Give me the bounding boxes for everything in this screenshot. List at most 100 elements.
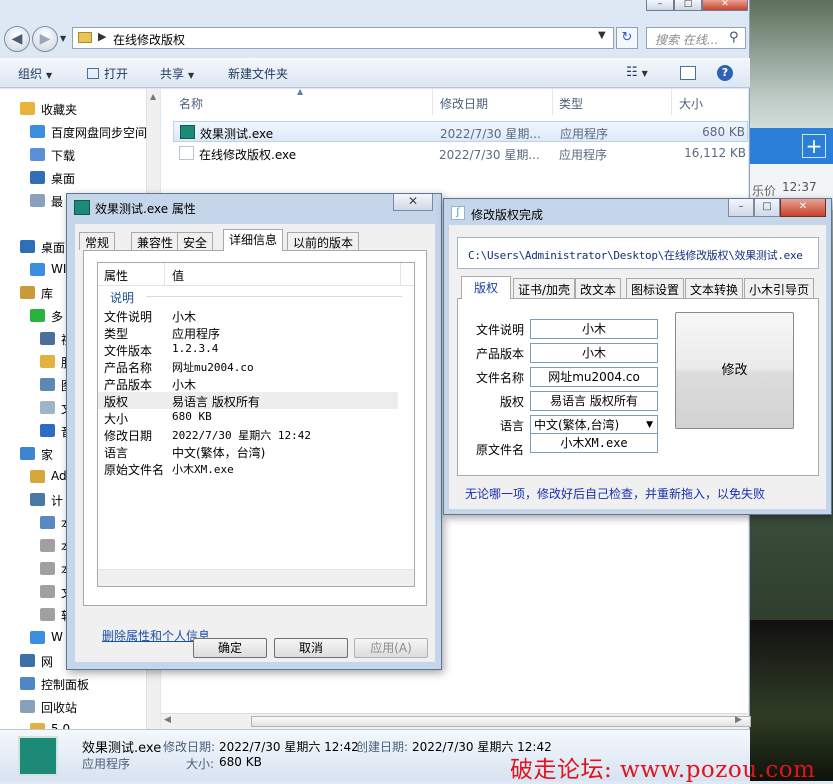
property-value: 应用程序 xyxy=(172,327,221,341)
preview-pane-icon[interactable] xyxy=(680,66,696,80)
maximize-button[interactable]: □ xyxy=(674,0,702,11)
language-select[interactable]: 中文(繁体,台湾) ▼ xyxy=(530,415,658,435)
details-size-value: 680 KB xyxy=(219,755,262,769)
property-key: 修改日期 xyxy=(104,429,153,443)
product-version-input[interactable]: 小木 xyxy=(530,343,658,363)
new-folder-button[interactable]: 新建文件夹 xyxy=(228,65,288,82)
column-type[interactable]: 类型 xyxy=(559,95,583,112)
scrollbar-thumb[interactable] xyxy=(251,716,751,727)
open-icon xyxy=(87,68,99,79)
homegroup-icon xyxy=(20,447,35,460)
chevron-down-icon[interactable]: ▼ xyxy=(598,30,606,41)
recent-pages-icon[interactable]: ▼ xyxy=(60,34,66,43)
property-key: 大小 xyxy=(104,412,129,426)
cancel-button[interactable]: 取消 xyxy=(274,638,348,658)
nav-item-label: 多 xyxy=(51,310,64,324)
address-bar[interactable]: ▶ 在线修改版权 ▼ xyxy=(72,27,614,49)
star-icon xyxy=(20,102,35,115)
column-name[interactable]: 名称 xyxy=(179,95,203,112)
tab-guide-page[interactable]: 小木引导页 xyxy=(744,278,815,298)
property-row[interactable]: 产品名称 网址mu2004.co xyxy=(98,358,398,375)
header-value[interactable]: 值 xyxy=(172,267,184,284)
minimize-button[interactable]: – xyxy=(646,0,674,11)
copyright-tool-window: ʃ 修改版权完成 – □ ✕ C:\Users\Administrator\De… xyxy=(443,198,832,515)
open-button[interactable]: 打开 xyxy=(87,65,128,82)
scroll-left-icon[interactable]: ◀ xyxy=(164,715,171,725)
property-row[interactable]: 修改日期 2022/7/30 星期六 12:42 xyxy=(98,426,398,443)
search-icon[interactable]: ⚲ xyxy=(729,30,739,45)
property-row[interactable]: 文件说明 小木 xyxy=(98,307,398,324)
close-button[interactable]: ✕ xyxy=(702,0,748,11)
column-divider[interactable] xyxy=(432,89,433,115)
tool-body: C:\Users\Administrator\Desktop\在线修改版权\效果… xyxy=(449,225,826,509)
group-description-label: 说明 xyxy=(110,291,135,305)
property-row[interactable]: 语言 中文(繁体，台湾) xyxy=(98,443,398,460)
share-menu[interactable]: 共享 ▼ xyxy=(160,65,194,82)
column-size[interactable]: 大小 xyxy=(679,95,703,112)
tab-security[interactable]: 安全 xyxy=(177,232,214,250)
column-divider[interactable] xyxy=(164,263,165,286)
recent-icon xyxy=(30,194,45,207)
view-options-icon[interactable]: ☷ ▼ xyxy=(626,65,648,80)
tab-previous-versions[interactable]: 以前的版本 xyxy=(287,232,360,250)
column-headers: 名称 ▲ 修改日期 类型 大小 xyxy=(161,87,748,115)
property-row[interactable]: 产品版本 小木 xyxy=(98,375,398,392)
close-button[interactable]: ✕ xyxy=(393,194,433,211)
copyright-input[interactable]: 易语言 版权所有 xyxy=(530,391,658,411)
ok-button[interactable]: 确定 xyxy=(193,638,267,658)
nav-item-label: WI xyxy=(51,262,67,276)
help-icon[interactable]: ? xyxy=(717,65,733,81)
tab-icon-settings[interactable]: 图标设置 xyxy=(626,278,685,298)
tab-text-convert[interactable]: 文本转换 xyxy=(685,278,744,298)
minimize-button[interactable]: – xyxy=(728,199,754,217)
property-key: 版权 xyxy=(104,395,129,409)
field-label-original-name: 原文件名 xyxy=(475,443,524,457)
forum-watermark: 破走论坛: www.pozou.com xyxy=(510,757,816,783)
tab-copyright[interactable]: 版权 xyxy=(461,276,511,299)
refresh-button[interactable]: ↻ xyxy=(616,27,638,49)
close-button[interactable]: ✕ xyxy=(780,199,826,217)
file-name-input[interactable]: 网址mu2004.co xyxy=(530,367,658,387)
property-row[interactable]: 文件版本 1.2.3.4 xyxy=(98,341,398,358)
tab-edit-text[interactable]: 改文本 xyxy=(575,278,622,298)
property-row[interactable]: 版权 易语言 版权所有 xyxy=(98,392,398,409)
vertical-scrollbar[interactable] xyxy=(400,263,414,286)
chevron-down-icon[interactable]: ▼ xyxy=(646,416,653,434)
breadcrumb-current[interactable]: 在线修改版权 xyxy=(113,31,185,48)
baidu-sync-icon xyxy=(30,125,45,138)
file-desc-input[interactable]: 小木 xyxy=(530,319,658,339)
file-row[interactable]: 在线修改版权.exe 2022/7/30 星期... 应用程序 16,112 KB xyxy=(173,143,748,164)
field-label-product-version: 产品版本 xyxy=(475,347,524,361)
horizontal-scrollbar[interactable] xyxy=(98,569,414,586)
organize-menu[interactable]: 组织 ▼ xyxy=(18,65,52,82)
header-property[interactable]: 属性 xyxy=(104,267,128,284)
scroll-up-icon[interactable]: ▲ xyxy=(150,92,156,101)
properties-dialog: 效果测试.exe 属性 ✕ 常规 兼容性 安全 详细信息 以前的版本 属性 值 … xyxy=(66,193,442,670)
desktop-icon xyxy=(30,171,45,184)
back-button[interactable]: ◀ xyxy=(4,26,30,52)
search-input[interactable]: 搜索 在线... ⚲ xyxy=(646,27,746,49)
side-add-button[interactable]: + xyxy=(802,134,826,158)
property-row[interactable]: 大小 680 KB xyxy=(98,409,398,426)
horizontal-scrollbar[interactable]: ◀ ▶ xyxy=(161,713,751,729)
original-name-input[interactable]: 小木XM.exe xyxy=(530,433,658,453)
property-key: 文件说明 xyxy=(104,310,153,324)
forward-button[interactable]: ▶ xyxy=(32,26,58,52)
tab-compatibility[interactable]: 兼容性 xyxy=(131,232,180,250)
scroll-right-icon[interactable]: ▶ xyxy=(735,715,742,725)
details-type: 应用程序 xyxy=(82,757,131,771)
tab-general[interactable]: 常规 xyxy=(79,232,116,250)
breadcrumb-arrow-icon[interactable]: ▶ xyxy=(98,30,106,43)
property-row[interactable]: 原始文件名 小木XM.exe xyxy=(98,460,398,477)
column-modified[interactable]: 修改日期 xyxy=(440,95,488,112)
modify-button[interactable]: 修改 xyxy=(675,312,794,429)
column-divider[interactable] xyxy=(552,89,553,115)
apply-button[interactable]: 应用(A) xyxy=(354,638,428,658)
tab-details[interactable]: 详细信息 xyxy=(223,229,284,251)
file-row[interactable]: 效果测试.exe 2022/7/30 星期... 应用程序 680 KB xyxy=(173,121,748,142)
maximize-button[interactable]: □ xyxy=(754,199,780,217)
column-divider[interactable] xyxy=(671,89,672,115)
address-bar-row: ◀ ▶ ▼ ▶ 在线修改版权 ▼ ↻ 搜索 在线... ⚲ xyxy=(0,20,750,54)
property-row[interactable]: 类型 应用程序 xyxy=(98,324,398,341)
tab-cert-pack[interactable]: 证书/加壳 xyxy=(513,278,576,298)
